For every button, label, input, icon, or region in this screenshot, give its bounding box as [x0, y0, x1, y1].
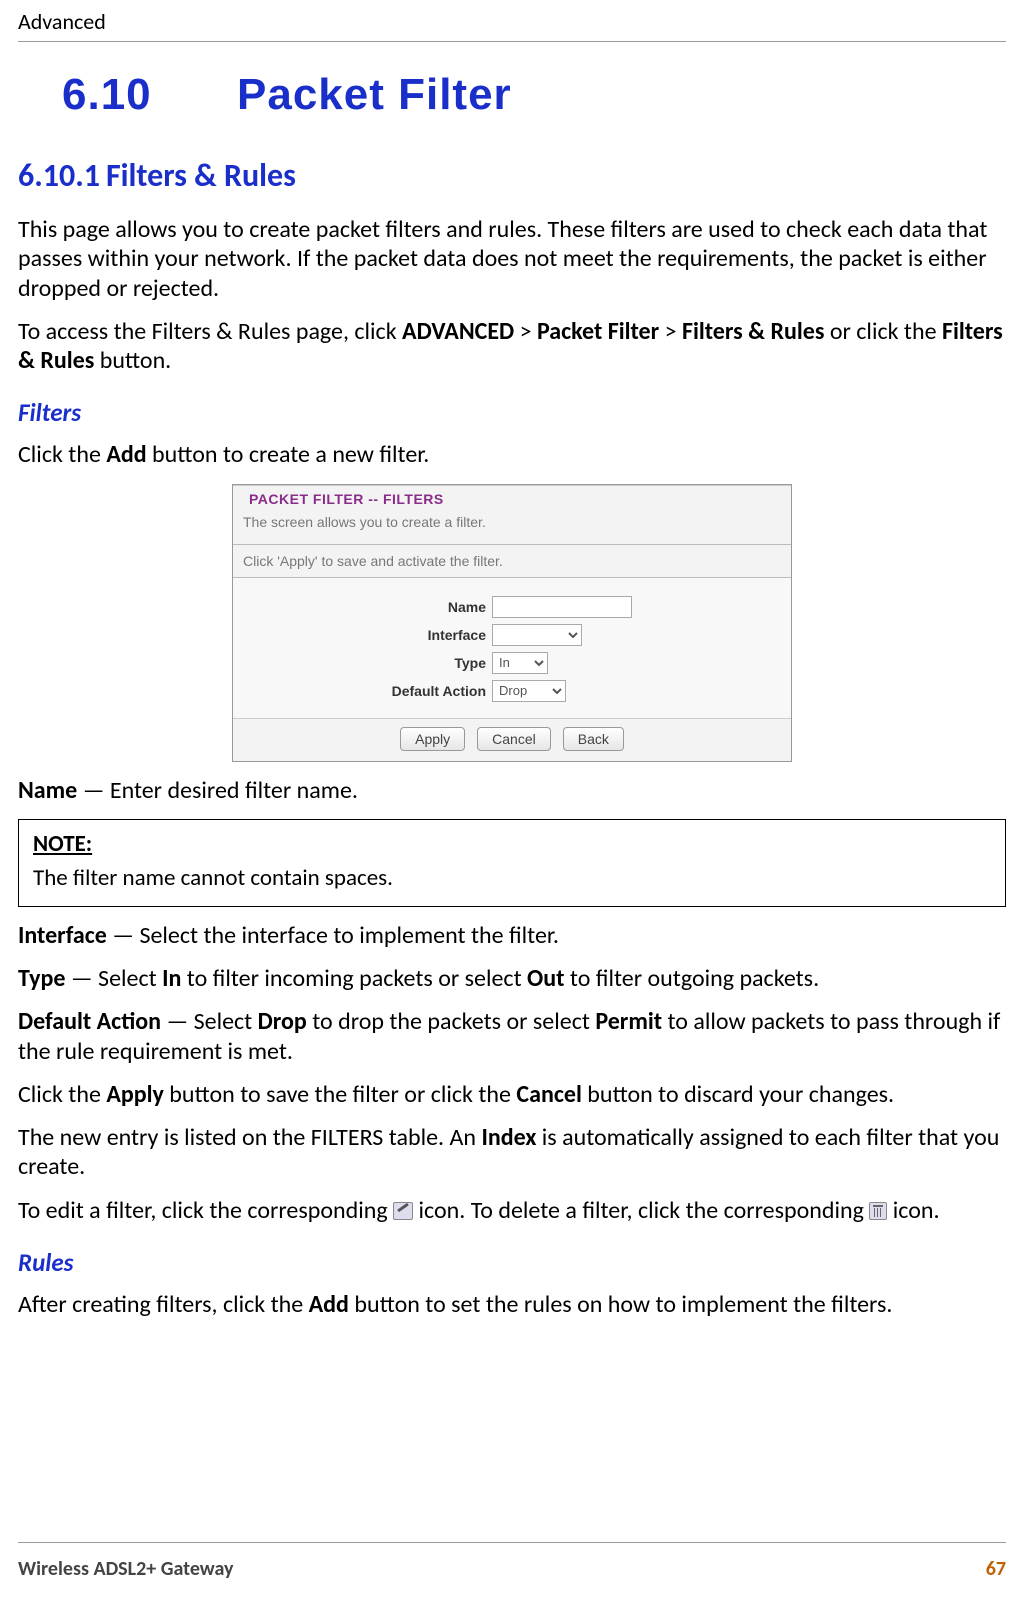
apply-cancel-text: Click the Apply button to save the filte…: [18, 1080, 1006, 1109]
section-name: Packet Filter: [237, 70, 512, 119]
trash-icon: [869, 1202, 887, 1220]
def-type: Type — Select In to filter incoming pack…: [18, 964, 1006, 993]
form-row-type: Type In: [243, 652, 781, 674]
chapter-name: Advanced: [18, 8, 106, 35]
subsection-number: 6.10.1: [18, 156, 100, 195]
interface-select[interactable]: [492, 624, 582, 646]
def-default-action: Default Action — Select Drop to drop the…: [18, 1007, 1006, 1066]
note-box: NOTE: The filter name cannot contain spa…: [18, 819, 1006, 907]
def-name: Name — Enter desired filter name.: [18, 776, 1006, 805]
label-name: Name: [326, 599, 486, 615]
form-row-interface: Interface: [243, 624, 781, 646]
screenshot-desc-2: Click 'Apply' to save and activate the f…: [233, 545, 791, 578]
edit-delete-text: To edit a filter, click the correspondin…: [18, 1196, 1006, 1225]
screenshot-buttons: Apply Cancel Back: [233, 718, 791, 761]
index-text: The new entry is listed on the FILTERS t…: [18, 1123, 1006, 1182]
screenshot-form: Name Interface Type In Default Action Dr…: [233, 578, 791, 718]
filters-heading: Filters: [18, 397, 1006, 428]
note-text: The filter name cannot contain spaces.: [33, 864, 991, 892]
cancel-button[interactable]: Cancel: [477, 727, 551, 751]
packet-filter-screenshot: PACKET FILTER -- FILTERS The screen allo…: [232, 484, 792, 762]
form-row-name: Name: [243, 596, 781, 618]
form-row-default-action: Default Action Drop: [243, 680, 781, 702]
rules-paragraph: After creating filters, click the Add bu…: [18, 1290, 1006, 1319]
intro-paragraph-1: This page allows you to create packet fi…: [18, 215, 1006, 303]
rules-heading: Rules: [18, 1247, 1006, 1278]
type-select[interactable]: In: [492, 652, 548, 674]
def-interface: Interface — Select the interface to impl…: [18, 921, 1006, 950]
footer-product: Wireless ADSL2+ Gateway: [18, 1557, 233, 1581]
section-number: 6.10: [62, 70, 237, 120]
default-action-select[interactable]: Drop: [492, 680, 566, 702]
page-number: 67: [986, 1557, 1006, 1581]
intro-paragraph-2: To access the Filters & Rules page, clic…: [18, 317, 1006, 376]
section-title: 6.10Packet Filter: [62, 70, 1006, 120]
label-interface: Interface: [326, 627, 486, 643]
screenshot-title: PACKET FILTER -- FILTERS: [233, 485, 791, 512]
name-input[interactable]: [492, 596, 632, 618]
label-default-action: Default Action: [326, 683, 486, 699]
label-type: Type: [326, 655, 486, 671]
apply-button[interactable]: Apply: [400, 727, 465, 751]
back-button[interactable]: Back: [563, 727, 624, 751]
subsection-title: 6.10.1Filters & Rules: [18, 156, 1006, 195]
screenshot-desc-1: The screen allows you to create a filter…: [233, 512, 791, 545]
subsection-name: Filters & Rules: [106, 156, 296, 195]
page-footer: Wireless ADSL2+ Gateway 67: [18, 1542, 1006, 1581]
page-header: Advanced: [18, 8, 1006, 42]
note-label: NOTE:: [33, 830, 991, 858]
screenshot-container: PACKET FILTER -- FILTERS The screen allo…: [18, 484, 1006, 762]
edit-icon: [393, 1202, 413, 1220]
filters-click-add: Click the Add button to create a new fil…: [18, 440, 1006, 469]
